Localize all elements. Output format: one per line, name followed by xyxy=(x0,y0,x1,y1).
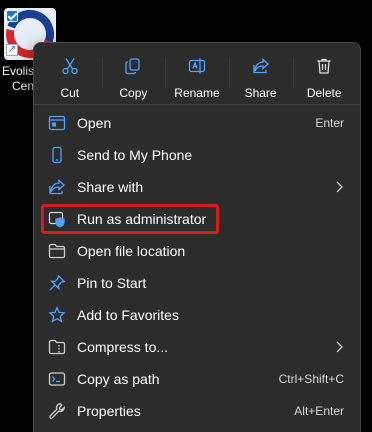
share-button[interactable]: Share xyxy=(230,46,294,100)
menu-item-add-to-favorites[interactable]: Add to Favorites xyxy=(34,299,360,331)
menu-item-label: Properties xyxy=(77,403,141,419)
menu-item-label: Compress to... xyxy=(77,339,169,355)
copy-label: Copy xyxy=(119,86,148,100)
open-icon xyxy=(48,114,66,132)
menu-item-send-to-phone[interactable]: Send to My Phone xyxy=(34,139,360,171)
menu-item-label: Share with xyxy=(77,179,144,195)
context-menu-toolbar: Cut Copy Rename Share Delete xyxy=(34,43,360,101)
zip-folder-icon xyxy=(48,338,66,356)
menu-item-properties[interactable]: Properties Alt+Enter xyxy=(34,395,360,427)
menu-item-open[interactable]: Open Enter xyxy=(34,107,360,139)
folder-icon xyxy=(48,242,66,260)
scissors-icon xyxy=(61,57,79,80)
copy-icon xyxy=(124,57,142,80)
shortcut-arrow-icon: ↗ xyxy=(6,44,18,56)
selected-checkbox-icon[interactable] xyxy=(6,10,18,22)
menu-item-pin-to-start[interactable]: Pin to Start xyxy=(34,267,360,299)
menu-item-run-as-administrator[interactable]: Run as administrator xyxy=(34,203,360,235)
rename-icon xyxy=(188,57,206,80)
highlight-annotation-box xyxy=(41,204,219,234)
delete-label: Delete xyxy=(306,86,342,100)
phone-icon xyxy=(48,146,66,164)
share-icon xyxy=(252,57,270,80)
delete-button[interactable]: Delete xyxy=(293,46,355,100)
rename-button[interactable]: Rename xyxy=(166,46,230,100)
menu-item-label: Open xyxy=(77,115,112,131)
cut-button[interactable]: Cut xyxy=(39,46,103,100)
chevron-right-icon xyxy=(334,340,344,354)
menu-item-label: Add to Favorites xyxy=(77,307,179,323)
menu-item-share-with[interactable]: Share with xyxy=(34,171,360,203)
share-with-icon xyxy=(48,178,66,196)
menu-item-label: Open file location xyxy=(77,243,186,259)
chevron-right-icon xyxy=(334,180,344,194)
wrench-icon xyxy=(48,402,66,420)
menu-item-label: Copy as path xyxy=(77,371,160,387)
menu-item-label: Pin to Start xyxy=(77,275,147,291)
rename-label: Rename xyxy=(174,86,220,100)
path-icon xyxy=(48,370,66,388)
menu-item-shortcut: Enter xyxy=(315,116,344,130)
cut-label: Cut xyxy=(60,86,80,100)
menu-item-compress-to[interactable]: Compress to... xyxy=(34,331,360,363)
context-menu-items: Open Enter Send to My Phone Share with R… xyxy=(34,107,360,427)
pin-icon xyxy=(48,274,66,292)
star-icon xyxy=(48,306,66,324)
share-label: Share xyxy=(244,86,277,100)
menu-item-label: Send to My Phone xyxy=(77,147,193,163)
context-menu: Cut Copy Rename Share Delete Open Enter … xyxy=(33,42,361,432)
menu-item-shortcut: Ctrl+Shift+C xyxy=(278,372,344,386)
menu-item-copy-as-path[interactable]: Copy as path Ctrl+Shift+C xyxy=(34,363,360,395)
toolbar-divider xyxy=(34,104,360,105)
menu-item-open-file-location[interactable]: Open file location xyxy=(34,235,360,267)
copy-button[interactable]: Copy xyxy=(102,46,167,100)
trash-icon xyxy=(315,57,333,80)
menu-item-shortcut: Alt+Enter xyxy=(294,404,344,418)
